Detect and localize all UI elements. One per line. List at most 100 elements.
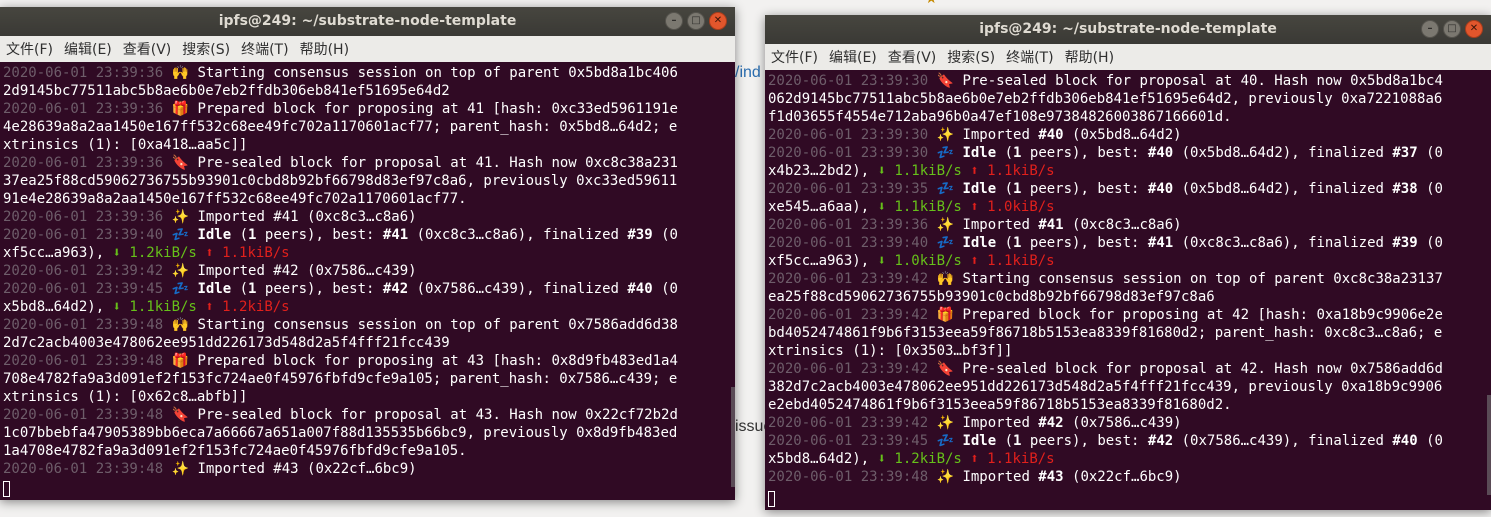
menu-view[interactable]: 查看(V) <box>123 39 172 59</box>
close-icon[interactable]: ✕ <box>709 12 727 30</box>
menu-view[interactable]: 查看(V) <box>888 47 937 67</box>
log-text: 🔖 Pre-sealed block for proposal at 43. H… <box>171 407 678 423</box>
log-text: 1a4708e4782fa9a3d091ef2f153fc724ae0f4597… <box>3 443 467 459</box>
log-line: 91e4e28639a8a2aa1450e167ff532c68ee49fc70… <box>3 190 735 208</box>
log-line: 37ea25f88cd59062736755b93901c0cbd8b92bf6… <box>3 172 735 190</box>
timestamp: 2020-06-01 23:39:42 <box>768 307 937 323</box>
scrollbar[interactable] <box>731 387 735 487</box>
scrollbar[interactable] <box>1487 395 1491 495</box>
title-bar[interactable]: ipfs@249: ~/substrate-node-template – □ … <box>765 15 1491 44</box>
log-text: 💤 <box>936 235 963 251</box>
terminal-window-right[interactable]: ipfs@249: ~/substrate-node-template – □ … <box>765 15 1491 510</box>
log-text: ( <box>996 433 1014 449</box>
log-text: peers), best: <box>1021 433 1148 449</box>
log-line: 2020-06-01 23:39:35 💤 Idle (1 peers), be… <box>768 180 1491 198</box>
log-text: ✨ Imported #42 (0x7586…c439) <box>171 263 417 279</box>
log-text: 💤 <box>936 433 963 449</box>
log-text: ( <box>996 145 1014 161</box>
menu-edit[interactable]: 编辑(E) <box>829 47 877 67</box>
log-text: ( <box>231 281 249 297</box>
log-text: peers), best: <box>256 227 383 243</box>
log-text: (0xc8c3…c8a6), finalized <box>1173 235 1393 251</box>
window-title: ipfs@249: ~/substrate-node-template <box>218 13 517 29</box>
terminal-window-left[interactable]: ipfs@249: ~/substrate-node-template – □ … <box>0 7 735 500</box>
timestamp: 2020-06-01 23:39:48 <box>3 461 172 477</box>
log-line: x5bd8…64d2), ⬇ 1.2kiB/s ⬆ 1.1kiB/s <box>768 450 1491 468</box>
log-line: xtrinsics (1): [0xa418…aa5c]] <box>3 136 735 154</box>
timestamp: 2020-06-01 23:39:42 <box>768 271 937 287</box>
menu-file[interactable]: 文件(F) <box>771 47 818 67</box>
timestamp: 2020-06-01 23:39:30 <box>768 145 937 161</box>
log-text: 🎁 Prepared block for proposing at 41 [ha… <box>171 101 678 117</box>
log-text: ea25f88cd59062736755b93901c0cbd8b92bf667… <box>768 289 1215 305</box>
menu-terminal[interactable]: 终端(T) <box>1006 47 1053 67</box>
log-text: f1d03655f4554e712aba96b0a47ef108e9738482… <box>768 109 1232 125</box>
log-line: 4e28639a8a2aa1450e167ff532c68ee49fc702a1… <box>3 118 735 136</box>
log-line: 2020-06-01 23:39:30 ✨ Imported #40 (0x5b… <box>768 126 1491 144</box>
log-line: 2d7c2acb4003e478062ee951dd226173d548d2a5… <box>3 334 735 352</box>
log-text: 🙌 Starting consensus session on top of p… <box>171 65 678 81</box>
log-text: xf5cc…a963), <box>3 245 113 261</box>
log-text: (0x5bd8…64d2), finalized <box>1173 181 1393 197</box>
log-text: #41 <box>1038 217 1064 233</box>
desktop: { "background": { "link_fragment": "/ind… <box>0 0 1491 517</box>
log-line: 2020-06-01 23:39:36 🎁 Prepared block for… <box>3 100 735 118</box>
upload-rate: ⬆ 1.1kiB/s <box>970 163 1055 179</box>
title-bar[interactable]: ipfs@249: ~/substrate-node-template – □ … <box>0 7 735 36</box>
log-text: 💤 <box>171 227 198 243</box>
terminal-output[interactable]: 2020-06-01 23:39:36 🙌 Starting consensus… <box>0 62 735 478</box>
minimize-icon[interactable]: – <box>665 12 683 30</box>
maximize-icon[interactable]: □ <box>687 12 705 30</box>
log-text: (0x5bd8…64d2) <box>1063 127 1182 143</box>
menu-search[interactable]: 搜索(S) <box>947 47 995 67</box>
upload-rate: ⬆ 1.0kiB/s <box>970 199 1055 215</box>
log-text: 2d7c2acb4003e478062ee951dd226173d548d2a5… <box>3 335 450 351</box>
timestamp: 2020-06-01 23:39:48 <box>3 353 172 369</box>
log-line: 382d7c2acb4003e478062ee951dd226173d548d2… <box>768 378 1491 396</box>
log-line: 2020-06-01 23:39:48 🙌 Starting consensus… <box>3 316 735 334</box>
log-line: 2d9145bc77511abc5b8ae6b0e7eb2ffdb306eb84… <box>3 82 735 100</box>
window-controls: – □ ✕ <box>665 12 727 30</box>
log-text: #42 <box>1038 415 1064 431</box>
log-text: Idle <box>197 227 232 243</box>
log-text: (0xc8c3…c8a6), finalized <box>408 227 628 243</box>
menu-help[interactable]: 帮助(H) <box>300 39 349 59</box>
log-line: bd4052474861f9b6f3153eea59f86718b5153ea8… <box>768 324 1491 342</box>
log-line: 2020-06-01 23:39:48 🎁 Prepared block for… <box>3 352 735 370</box>
log-text: 🎁 Prepared block for proposing at 43 [ha… <box>171 353 678 369</box>
timestamp: 2020-06-01 23:39:42 <box>3 263 172 279</box>
timestamp: 2020-06-01 23:39:42 <box>768 415 937 431</box>
log-text: (0x7586…c439), finalized <box>408 281 628 297</box>
background-link-text[interactable]: /ind <box>735 64 761 82</box>
menu-help[interactable]: 帮助(H) <box>1065 47 1114 67</box>
log-text: 🔖 Pre-sealed block for proposal at 42. H… <box>936 361 1443 377</box>
log-text: 💤 <box>171 281 198 297</box>
log-line: 2020-06-01 23:39:42 🙌 Starting consensus… <box>768 270 1491 288</box>
log-line: e2ebd4052474861f9b6f3153eea59f86718b5153… <box>768 396 1491 414</box>
close-icon[interactable]: ✕ <box>1465 20 1483 38</box>
upload-rate: ⬆ 1.2kiB/s <box>205 299 290 315</box>
log-text: #43 <box>1038 469 1064 485</box>
menu-file[interactable]: 文件(F) <box>6 39 53 59</box>
log-text: xe545…a6aa), <box>768 199 878 215</box>
log-line: ea25f88cd59062736755b93901c0cbd8b92bf667… <box>768 288 1491 306</box>
log-text: ✨ Imported <box>936 127 1039 143</box>
log-text: #37 <box>1392 145 1418 161</box>
maximize-icon[interactable]: □ <box>1443 20 1461 38</box>
download-rate: ⬇ 1.2kiB/s <box>112 245 197 261</box>
minimize-icon[interactable]: – <box>1421 20 1439 38</box>
log-line: 708e4782fa9a3d091ef2f153fc724ae0f45976fb… <box>3 370 735 388</box>
log-line: 2020-06-01 23:39:36 🙌 Starting consensus… <box>3 64 735 82</box>
log-line: 1a4708e4782fa9a3d091ef2f153fc724ae0f4597… <box>3 442 735 460</box>
log-line: 2020-06-01 23:39:40 💤 Idle (1 peers), be… <box>768 234 1491 252</box>
menu-terminal[interactable]: 终端(T) <box>241 39 288 59</box>
terminal-output[interactable]: 2020-06-01 23:39:30 🔖 Pre-sealed block f… <box>765 70 1491 486</box>
menu-search[interactable]: 搜索(S) <box>182 39 230 59</box>
log-text: #41 <box>1147 235 1174 251</box>
log-line: x5bd8…64d2), ⬇ 1.1kiB/s ⬆ 1.2kiB/s <box>3 298 735 316</box>
log-text: 🙌 Starting consensus session on top of p… <box>936 271 1443 287</box>
menu-edit[interactable]: 编辑(E) <box>64 39 112 59</box>
log-text: #42 <box>1147 433 1174 449</box>
log-text: 708e4782fa9a3d091ef2f153fc724ae0f45976fb… <box>3 371 678 387</box>
log-text: x4b23…2bd2), <box>768 163 878 179</box>
